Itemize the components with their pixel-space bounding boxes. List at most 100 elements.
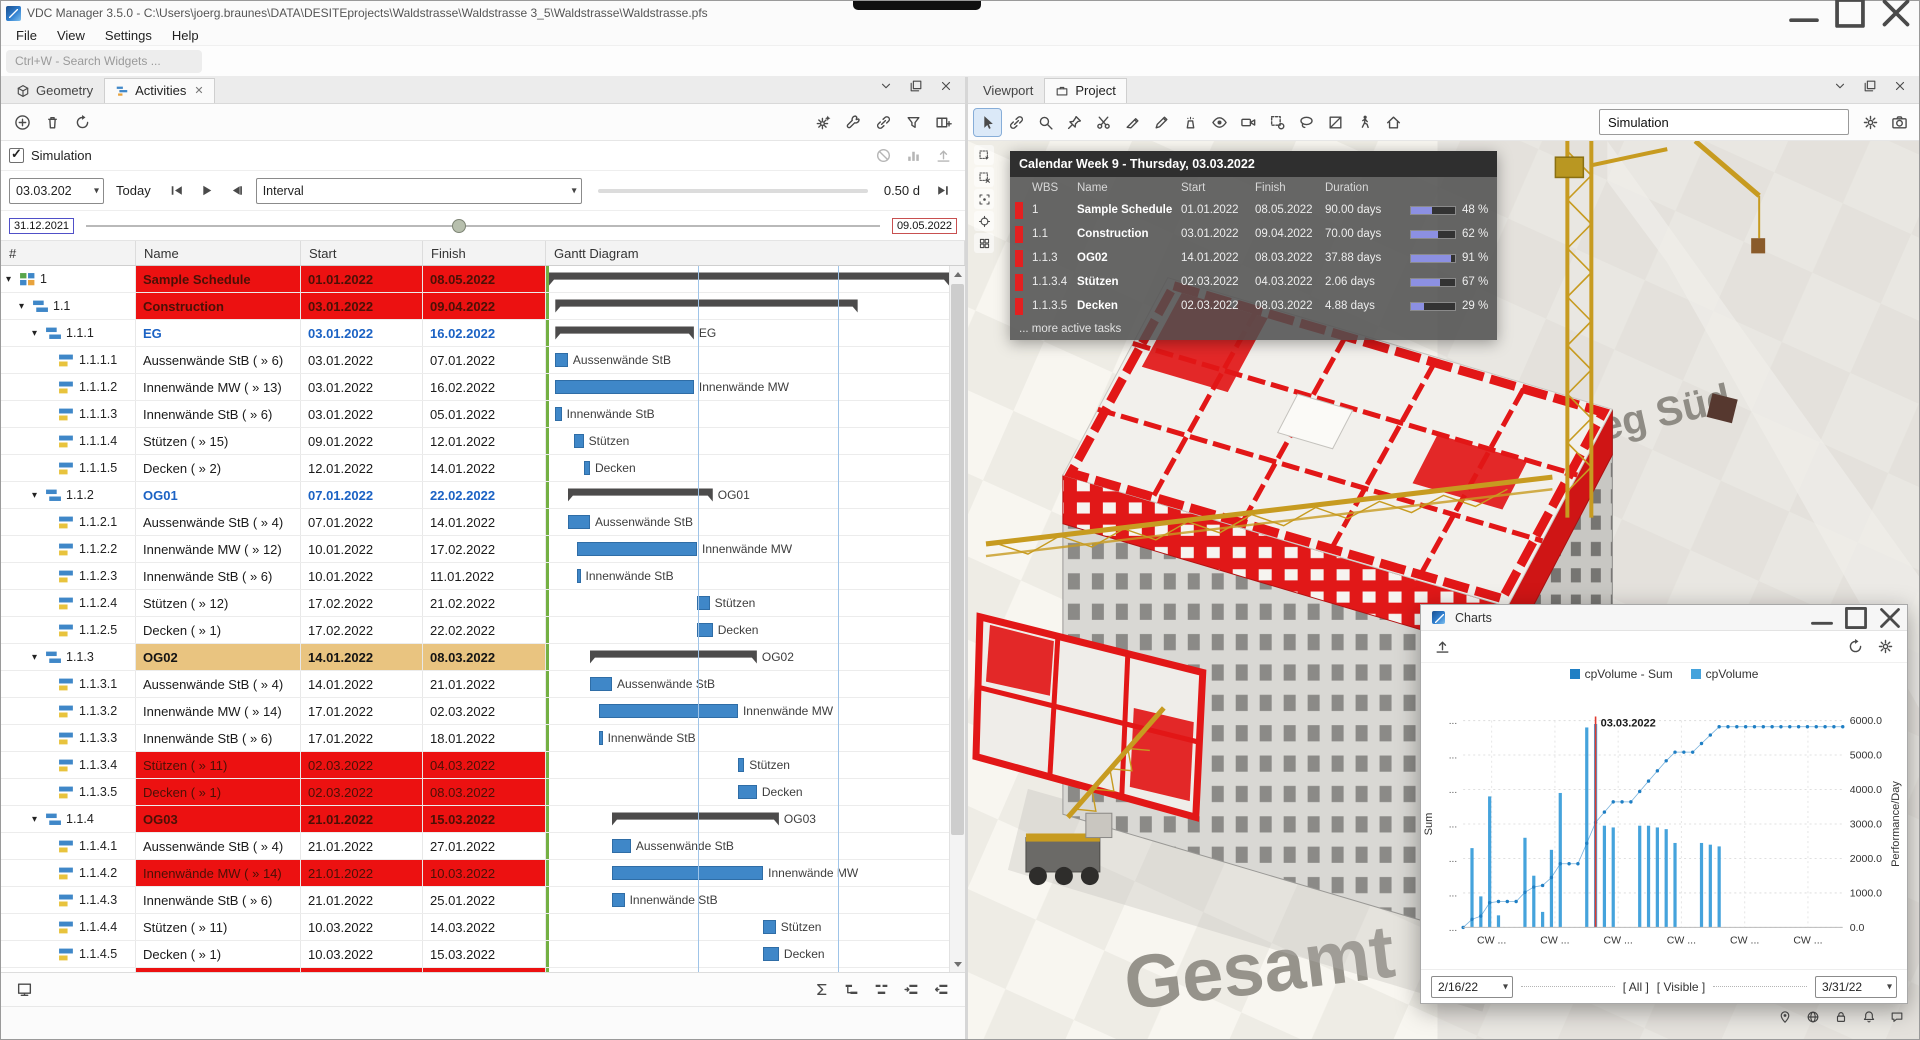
table-row[interactable]: 1.1.3.4Stützen ( » 11)02.03.202204.03.20… (1, 752, 949, 779)
expand-arrow-icon[interactable]: ▾ (32, 652, 45, 663)
gantt-indent-icon[interactable] (898, 976, 925, 1003)
add-column-icon[interactable] (930, 109, 957, 136)
gantt-cell[interactable]: Stützen (546, 752, 949, 778)
gantt-bar[interactable] (763, 947, 779, 961)
walkthrough-icon[interactable] (1351, 109, 1378, 136)
chat-icon[interactable] (1887, 1007, 1907, 1027)
gantt-cell[interactable]: OG03 (546, 806, 949, 832)
menu-view[interactable]: View (48, 26, 94, 45)
table-row[interactable]: 1.1.1.1Aussenwände StB ( » 6)03.01.20220… (1, 347, 949, 374)
skip-start-icon[interactable] (163, 177, 190, 204)
gantt-bar[interactable] (584, 461, 590, 475)
expand-arrow-icon[interactable]: ▾ (32, 328, 45, 339)
maximize-button[interactable] (1827, 1, 1873, 25)
scrollbar-thumb[interactable] (951, 284, 964, 835)
chart-from-date-select[interactable]: 2/16/22 (1431, 976, 1513, 998)
network-icon[interactable] (1803, 1007, 1823, 1027)
table-row[interactable]: ▾1.1.1EG03.01.202216.02.2022EG (1, 320, 949, 347)
gantt-bar[interactable] (549, 273, 949, 286)
camera-path-icon[interactable] (1235, 109, 1262, 136)
refresh-icon[interactable] (1842, 633, 1869, 660)
gantt-bar[interactable] (555, 353, 568, 367)
focus-icon[interactable] (974, 189, 994, 209)
play-icon[interactable] (193, 177, 220, 204)
table-row[interactable]: 1.1.4.3Innenwände StB ( » 6)21.01.202225… (1, 887, 949, 914)
gantt-cell[interactable] (546, 266, 949, 292)
tab-close-icon[interactable]: ✕ (194, 84, 203, 97)
time-slider-handle[interactable] (452, 219, 466, 233)
expand-arrow-icon[interactable]: ▾ (6, 274, 19, 285)
calendar-task-name[interactable]: Construction (1077, 222, 1181, 246)
table-row[interactable]: ▾1.1.2OG0107.01.202222.02.2022OG01 (1, 482, 949, 509)
map-pin-icon[interactable] (1775, 1007, 1795, 1027)
gantt-bar[interactable] (577, 569, 580, 583)
gantt-bar[interactable] (763, 920, 776, 934)
calendar-task-name[interactable]: OG02 (1077, 246, 1181, 270)
more-active-tasks[interactable]: ... more active tasks (1010, 318, 1497, 340)
simulation-date-select[interactable]: 03.03.202 (9, 178, 104, 204)
header-start[interactable]: Start (301, 241, 423, 265)
header-gantt[interactable]: Gantt Diagram (546, 241, 965, 265)
ban-icon[interactable] (870, 142, 897, 169)
pin-icon[interactable] (1061, 109, 1088, 136)
gantt-cell[interactable]: Stützen (546, 914, 949, 940)
gantt-cell[interactable]: Decken (546, 455, 949, 481)
zoom-icon[interactable] (1032, 109, 1059, 136)
legend-item[interactable]: cpVolume - Sum (1570, 667, 1673, 681)
section-icon[interactable] (1322, 109, 1349, 136)
gantt-bar[interactable] (612, 893, 625, 907)
gantt-cell[interactable]: OG01 (546, 482, 949, 508)
table-row[interactable]: 1.1.1.3Innenwände StB ( » 6)03.01.202205… (1, 401, 949, 428)
gantt-cell[interactable] (546, 968, 949, 972)
gantt-cell[interactable]: Innenwände MW (546, 860, 949, 886)
add-icon[interactable] (9, 109, 36, 136)
cut-icon[interactable] (1090, 109, 1117, 136)
gantt-cell[interactable]: Aussenwände StB (546, 347, 949, 373)
calendar-task-name[interactable]: Sample Schedule (1077, 198, 1181, 222)
gantt-bar[interactable] (568, 515, 590, 529)
grid-small-icon[interactable] (974, 233, 994, 253)
gantt-cell[interactable]: Innenwände StB (546, 887, 949, 913)
close-panel-icon[interactable] (932, 72, 959, 99)
step-back-icon[interactable] (223, 177, 250, 204)
table-row[interactable]: ▾1.1Construction03.01.202209.04.2022 (1, 293, 949, 320)
chart-to-date-select[interactable]: 3/31/22 (1815, 976, 1897, 998)
table-row[interactable]: 1.1.3.1Aussenwände StB ( » 4)14.01.20222… (1, 671, 949, 698)
home-icon[interactable] (1380, 109, 1407, 136)
refresh-icon[interactable] (69, 109, 96, 136)
panel-menu-icon[interactable] (872, 72, 899, 99)
widget-search-input[interactable] (6, 50, 202, 73)
calendar-task-name[interactable]: Stützen (1077, 270, 1181, 294)
vertical-scrollbar[interactable] (949, 266, 965, 972)
gantt-cell[interactable]: Aussenwände StB (546, 509, 949, 535)
tab-project[interactable]: Project (1044, 78, 1126, 103)
gantt-cell[interactable]: Aussenwände StB (546, 671, 949, 697)
tab-viewport[interactable]: Viewport (972, 78, 1044, 103)
gantt-bar[interactable] (612, 813, 779, 826)
step-end-icon[interactable] (930, 177, 957, 204)
select-area-icon[interactable] (974, 145, 994, 165)
gantt-cell[interactable]: Innenwände MW (546, 698, 949, 724)
float-panel-icon[interactable] (902, 72, 929, 99)
gantt-cell[interactable]: Innenwände MW (546, 536, 949, 562)
gantt-bar[interactable] (599, 731, 602, 745)
tab-activities[interactable]: Activities✕ (104, 78, 215, 103)
gantt-bar[interactable] (555, 300, 857, 313)
expand-arrow-icon[interactable]: ▾ (19, 301, 32, 312)
gantt-cell[interactable]: Stützen (546, 428, 949, 454)
table-row[interactable]: 1.1.3.5Decken ( » 1)02.03.202208.03.2022… (1, 779, 949, 806)
upload-icon[interactable] (1429, 633, 1456, 660)
viewport-search-input[interactable] (1599, 109, 1849, 135)
expand-arrow-icon[interactable]: ▾ (32, 490, 45, 501)
knife-icon[interactable] (1119, 109, 1146, 136)
float-panel-icon[interactable] (1856, 72, 1883, 99)
gantt-cell[interactable]: Innenwände StB (546, 563, 949, 589)
time-slider-track[interactable] (86, 225, 880, 227)
expand-arrow-icon[interactable]: ▾ (32, 814, 45, 825)
gantt-bar[interactable] (568, 489, 713, 502)
header-num[interactable]: # (1, 241, 136, 265)
gantt-cell[interactable]: Innenwände StB (546, 725, 949, 751)
minimize-button[interactable] (1781, 1, 1827, 25)
target-icon[interactable] (974, 211, 994, 231)
table-row[interactable]: ▾1.1.4OG0321.01.202215.03.2022OG03 (1, 806, 949, 833)
